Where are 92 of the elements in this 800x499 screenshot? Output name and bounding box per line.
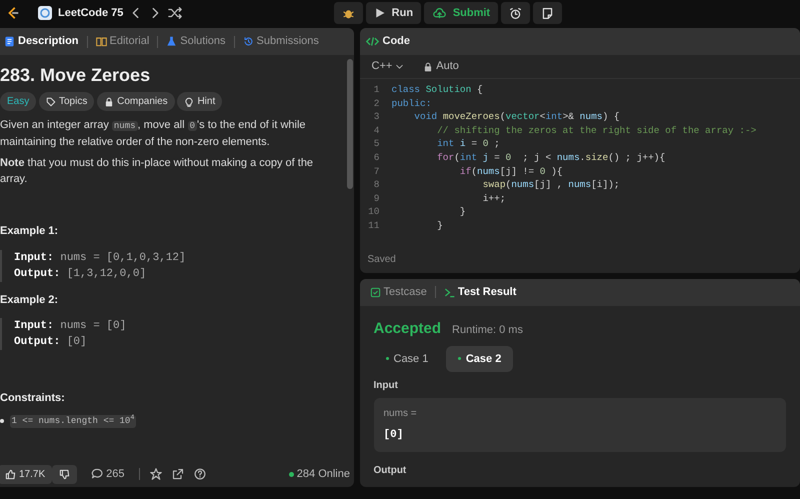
line-number: 6 xyxy=(372,150,380,165)
document-icon xyxy=(4,36,15,47)
line-number: 2 xyxy=(372,96,380,110)
code-line: } xyxy=(436,218,443,233)
thumbs-down-icon xyxy=(59,468,70,480)
tag-icon xyxy=(46,96,56,107)
panel-tab[interactable]: Submissions xyxy=(238,33,323,50)
code-line: swap(nums[j] , nums[i]); xyxy=(482,178,620,192)
problem-title: 283. Move Zeroes xyxy=(0,65,152,87)
comments-button[interactable]: 265 xyxy=(87,466,128,482)
code-line: public: xyxy=(392,96,432,110)
share-icon[interactable] xyxy=(172,468,184,480)
line-number: 5 xyxy=(372,137,380,151)
line-number: 11 xyxy=(367,218,380,233)
star-icon[interactable] xyxy=(150,468,162,480)
flask-icon xyxy=(166,36,178,47)
logo-icon[interactable] xyxy=(6,5,20,21)
thumbs-up-icon xyxy=(5,468,16,480)
code-icon xyxy=(366,35,378,48)
variable-name: nums = xyxy=(384,407,418,421)
verdict-text: Accepted xyxy=(374,318,442,338)
online-count: 284 Online xyxy=(296,466,350,482)
code-line: // shifting the zeros at the right side of the array :-> xyxy=(436,124,756,138)
section-label: Input xyxy=(374,378,399,392)
section-label: Output xyxy=(374,464,408,478)
online-status-dot xyxy=(289,472,294,476)
history-icon xyxy=(242,36,254,47)
code-line: } xyxy=(458,205,466,219)
line-number: 4 xyxy=(372,124,380,138)
problem-statement: Given an integer array nums , move all 0 's to the end of it while maintaining the relative order of the non-zero elements. xyxy=(0,118,307,150)
tag-button[interactable]: Companies xyxy=(97,92,175,112)
tag-button[interactable]: Topics xyxy=(38,92,94,112)
case-tab[interactable]: Case 2 xyxy=(446,346,514,372)
difficulty-badge[interactable]: Easy xyxy=(0,92,36,112)
variable-value: [0] xyxy=(384,428,404,443)
case-tab[interactable]: Case 1 xyxy=(374,346,440,372)
like-button[interactable]: 17.7K xyxy=(0,464,52,484)
book-icon xyxy=(96,36,107,47)
panel-tab[interactable]: Test Result xyxy=(440,284,520,300)
constraints-title: Constraints: xyxy=(0,391,66,406)
debug-button[interactable] xyxy=(334,2,363,24)
example-title: Example 2: xyxy=(0,292,60,308)
code-line: for(int j = 0 ; j < nums.size() ; j++){ xyxy=(436,150,666,165)
line-number: 1 xyxy=(372,83,380,97)
line-number: 7 xyxy=(372,164,380,178)
lock-icon xyxy=(104,96,114,107)
code-line: void moveZeroes(vector<int>& nums) { xyxy=(413,110,620,124)
alarm-button[interactable] xyxy=(500,2,530,24)
scrollbar-thumb[interactable] xyxy=(347,59,354,189)
code-line: class Solution { xyxy=(392,83,483,97)
comment-icon xyxy=(91,468,104,480)
bullet-icon xyxy=(0,419,4,424)
line-number: 8 xyxy=(372,178,380,192)
shuffle-icon[interactable] xyxy=(168,6,182,20)
example-title: Example 1: xyxy=(0,224,60,240)
code-line: if(nums[j] != 0 ){ xyxy=(458,164,563,178)
auto-mode-button[interactable]: Auto xyxy=(419,58,463,75)
panel-tab[interactable]: Testcase xyxy=(366,284,431,300)
chevron-down-icon xyxy=(395,62,404,71)
runtime-text: Runtime: 0 ms xyxy=(452,322,523,338)
line-number: 10 xyxy=(367,205,380,219)
panel-tab[interactable]: Description xyxy=(0,33,83,50)
submit-button[interactable]: Submit xyxy=(424,2,498,24)
tag-button[interactable]: Hint xyxy=(177,92,222,112)
note-icon xyxy=(540,6,554,20)
notes-button[interactable] xyxy=(532,2,562,24)
run-button[interactable]: Run xyxy=(366,2,422,24)
play-icon xyxy=(374,7,386,19)
note-text: Note that you must do this in-place without making a copy of the array. xyxy=(0,156,314,188)
panel-tab[interactable]: Editorial xyxy=(92,33,154,50)
help-icon[interactable] xyxy=(194,468,206,480)
example-line: Input: nums = [0] xyxy=(14,319,128,334)
cloud-upload-icon xyxy=(432,6,447,20)
checkbox-icon xyxy=(370,286,380,298)
line-number: 9 xyxy=(372,192,380,206)
constraint-text: 1 <= nums.length <= 10$^{4}$ xyxy=(10,414,136,428)
lightbulb-icon xyxy=(184,96,194,107)
example-line: Output: [1,3,12,0,0] xyxy=(14,266,148,282)
study-plan-title[interactable]: LeetCode 75 xyxy=(58,4,124,22)
line-number: 3 xyxy=(372,110,380,124)
code-line: int i = 0 ; xyxy=(436,137,500,151)
example-line: Input: nums = [0,1,0,3,12] xyxy=(14,250,187,266)
code-line: i++; xyxy=(482,192,506,206)
example-line: Output: [0] xyxy=(14,335,88,350)
lock-icon xyxy=(423,62,434,72)
terminal-icon xyxy=(444,286,455,298)
panel-title: Code xyxy=(382,34,410,50)
panel-tab[interactable]: Solutions xyxy=(162,33,230,50)
save-status: Saved xyxy=(368,254,396,265)
alarm-clock-icon xyxy=(508,6,522,20)
language-dropdown[interactable]: C++ xyxy=(368,58,408,75)
dislike-button[interactable] xyxy=(52,464,78,484)
